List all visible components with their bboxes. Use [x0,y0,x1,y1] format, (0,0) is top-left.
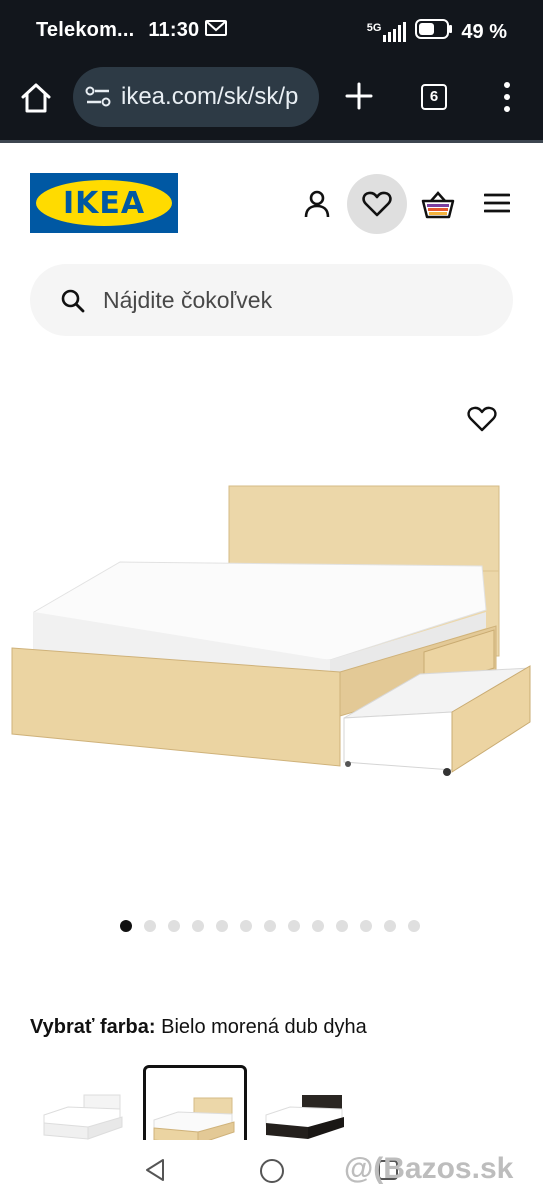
carousel-dot[interactable] [216,920,228,932]
watermark: @(Bazos.sk [344,1152,514,1185]
signal-icon: 5G [367,22,408,42]
carousel-dot[interactable] [336,920,348,932]
search-input[interactable]: Nájdite čokoľvek [30,264,513,336]
carousel-dot[interactable] [240,920,252,932]
carousel-dot[interactable] [192,920,204,932]
address-bar[interactable]: ikea.com/sk/sk/p [73,67,319,127]
browser-toolbar: ikea.com/sk/sk/p 6 [0,62,543,140]
selected-color-name: Bielo morená dub dyha [161,1016,367,1038]
carousel-dot[interactable] [360,920,372,932]
carousel-dot[interactable] [408,920,420,932]
toolbar-divider [0,140,543,143]
status-bar: Telekom... 11:30 5G 49 % [0,0,543,62]
url-text[interactable]: ikea.com/sk/sk/p [121,83,298,111]
search-placeholder: Nájdite čokoľvek [103,287,273,313]
tab-switcher-button[interactable]: 6 [421,84,447,110]
carrier-name: Telekom... [36,19,135,41]
color-selection-label: Vybrať farba: Bielo morená dub dyha [30,1016,367,1039]
carousel-dot[interactable] [120,920,132,932]
add-to-favourites-icon[interactable] [467,405,499,437]
mail-icon [205,19,228,42]
account-icon[interactable] [301,188,333,225]
home-icon[interactable] [18,80,54,116]
carousel-dot[interactable] [384,920,396,932]
overflow-menu-icon[interactable] [500,80,514,114]
heart-icon [362,190,392,223]
clock: 11:30 [148,19,200,41]
carousel-indicator [120,920,420,932]
color-label-prefix: Vybrať farba: [30,1016,156,1038]
hamburger-menu-icon[interactable] [483,192,511,219]
carousel-dot[interactable] [168,920,180,932]
product-image[interactable] [0,360,543,900]
battery-icon [415,19,453,45]
carousel-dot[interactable] [264,920,276,932]
wishlist-button[interactable] [347,174,407,234]
carousel-dot[interactable] [288,920,300,932]
back-icon[interactable] [144,1158,166,1187]
carousel-dot[interactable] [312,920,324,932]
carousel-dot[interactable] [144,920,156,932]
new-tab-icon[interactable] [342,79,376,113]
cart-icon[interactable] [421,190,455,225]
home-nav-icon[interactable] [259,1158,285,1189]
site-settings-icon[interactable] [85,86,111,113]
ikea-logo[interactable]: IKEA [30,173,178,233]
search-icon [60,288,86,319]
battery-percent: 49 % [461,20,507,43]
